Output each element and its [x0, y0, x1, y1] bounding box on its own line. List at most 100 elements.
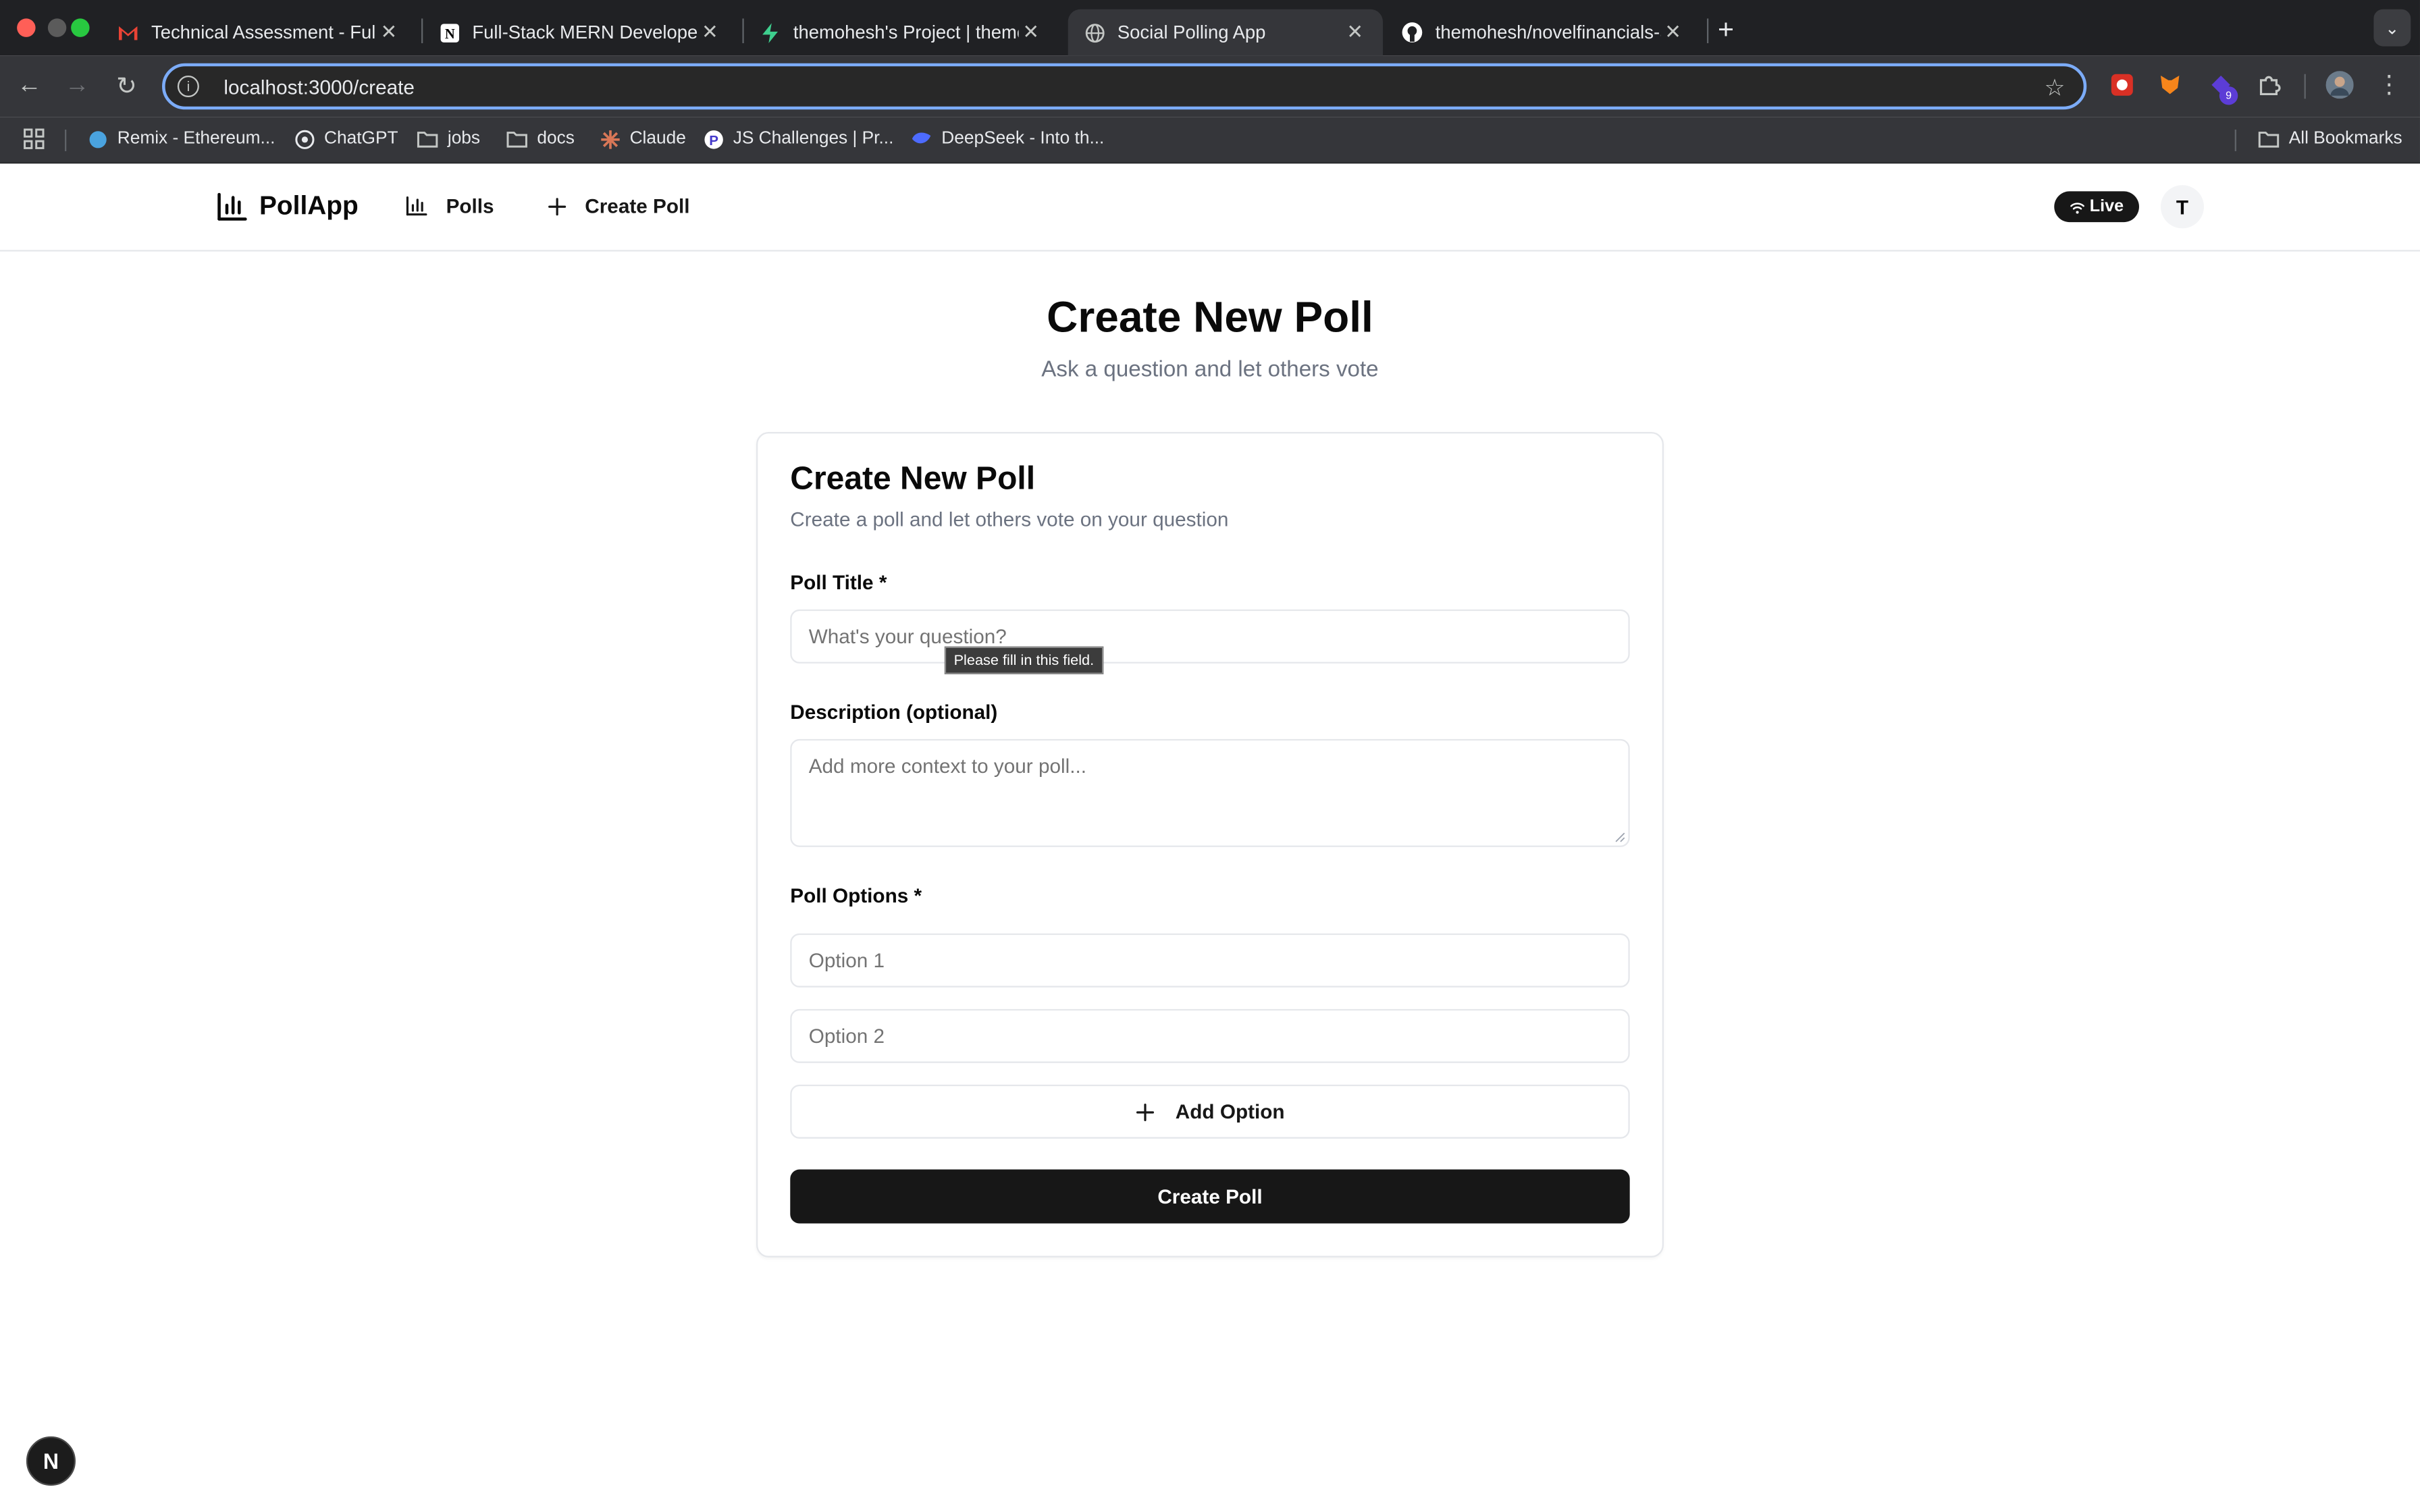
page-title: Create New Poll [1047, 293, 1373, 342]
bookmark-remix[interactable]: Remix - Ethereum... [86, 128, 275, 150]
menu-kebab-icon[interactable]: ⋮ [2375, 71, 2403, 99]
close-icon[interactable]: ✕ [1343, 20, 1368, 45]
poll-title-input[interactable]: What's your question? [790, 609, 1630, 664]
browser-tab-bar: Technical Assessment - Fullst ✕ N Full-S… [0, 0, 2420, 56]
bookmarks-bar: Remix - Ethereum... ChatGPT jobs docs Cl… [0, 117, 2420, 164]
site-info-icon[interactable]: i [177, 75, 199, 97]
back-icon[interactable]: ← [12, 70, 46, 103]
bar-chart-icon [406, 196, 427, 216]
extension-purple-icon[interactable]: 9 [2207, 71, 2238, 105]
all-bookmarks[interactable]: All Bookmarks [2258, 128, 2402, 150]
bookmark-label: JS Challenges | Pr... [733, 129, 894, 148]
description-label: Description (optional) [790, 700, 998, 724]
bookmark-chatgpt[interactable]: ChatGPT [293, 128, 398, 150]
browser-toolbar: ← → ↻ i localhost:3000/create ☆ 9 ⋮ [0, 55, 2420, 117]
metamask-icon[interactable] [2156, 71, 2184, 99]
bookmark-folder-docs[interactable]: docs [506, 128, 575, 150]
description-textarea[interactable]: Add more context to your poll... [790, 738, 1630, 847]
bookmark-label: All Bookmarks [2288, 129, 2402, 148]
wifi-icon [2070, 202, 2084, 213]
bookmark-label: ChatGPT [323, 129, 398, 148]
close-icon[interactable]: ✕ [698, 20, 722, 45]
brand-logo[interactable]: PollApp [216, 191, 359, 222]
maximize-window-button[interactable] [71, 18, 90, 37]
url-text: localhost:3000/create [223, 74, 415, 99]
openai-icon [293, 128, 315, 150]
folder-icon [417, 128, 438, 150]
apps-grid-icon[interactable] [23, 128, 45, 150]
tab-title: Full-Stack MERN Developer T [472, 21, 698, 43]
bookmark-label: Remix - Ethereum... [117, 129, 275, 148]
nav-create-poll-link[interactable]: Create Poll [548, 194, 690, 218]
browser-tab-active[interactable]: Social Polling App ✕ [1068, 9, 1383, 56]
svg-text:P: P [708, 132, 718, 148]
bookmark-deepseek[interactable]: DeepSeek - Into th... [911, 128, 1105, 150]
add-option-button[interactable]: Add Option [790, 1084, 1630, 1139]
supabase-icon [760, 22, 781, 43]
bar-chart-icon [217, 192, 247, 221]
plus-icon [548, 197, 567, 215]
tab-title: themohesh's Project | themol [793, 21, 1019, 43]
profile-avatar-icon[interactable] [2325, 71, 2354, 99]
bookmark-claude[interactable]: Claude [599, 128, 686, 150]
new-tab-icon[interactable]: + [1718, 14, 1734, 47]
claude-icon [599, 128, 621, 150]
bookmarks-divider [64, 129, 67, 151]
option-1-input[interactable]: Option 1 [790, 933, 1630, 988]
minimize-window-button[interactable] [47, 18, 67, 37]
tab-title: themohesh/novelfinancials-a [1435, 21, 1661, 43]
poll-title-label: Poll Title * [790, 570, 887, 594]
folder-icon [506, 128, 528, 150]
close-icon[interactable]: ✕ [377, 20, 402, 45]
tab-title: Technical Assessment - Fullst [151, 21, 377, 43]
bookmark-folder-jobs[interactable]: jobs [417, 128, 480, 150]
nav-polls-label: Polls [446, 194, 494, 218]
close-icon[interactable]: ✕ [1660, 20, 1685, 45]
bookmark-js-challenges[interactable]: P JS Challenges | Pr... [702, 128, 893, 150]
address-bar[interactable]: i localhost:3000/create ☆ [161, 63, 2087, 110]
svg-text:N: N [444, 26, 454, 41]
bookmark-label: jobs [447, 129, 481, 148]
toolbar-divider [2304, 74, 2306, 99]
nav-create-poll-label: Create Poll [585, 194, 690, 218]
live-label: Live [2089, 197, 2124, 216]
browser-tab[interactable]: themohesh/novelfinancials-a ✕ [1386, 9, 1701, 56]
tab-title: Social Polling App [1117, 21, 1266, 43]
reload-icon[interactable]: ↻ [109, 70, 143, 103]
nextjs-dev-indicator[interactable]: N [26, 1436, 76, 1486]
notion-icon: N [438, 22, 460, 43]
bookmark-label: DeepSeek - Into th... [941, 129, 1105, 148]
extensions-puzzle-icon[interactable] [2255, 71, 2282, 99]
bookmarks-divider [2234, 129, 2236, 151]
browser-tab[interactable]: Technical Assessment - Fullst ✕ [102, 9, 417, 56]
tab-separator [1706, 18, 1709, 43]
bookmark-label: Claude [629, 129, 686, 148]
live-status-badge: Live [2054, 191, 2139, 223]
brand-name: PollApp [259, 191, 359, 221]
browser-tab[interactable]: N Full-Stack MERN Developer T ✕ [423, 9, 737, 56]
js-challenges-icon: P [702, 128, 724, 150]
bookmark-star-icon[interactable]: ☆ [2045, 74, 2066, 102]
remix-icon [86, 128, 108, 150]
option-2-input[interactable]: Option 2 [790, 1008, 1630, 1063]
github-icon [1401, 22, 1423, 43]
bookmark-label: docs [537, 129, 575, 148]
extension-red-icon[interactable] [2108, 71, 2136, 99]
gmail-icon [117, 22, 139, 43]
create-poll-submit-button[interactable]: Create Poll [790, 1169, 1630, 1224]
close-window-button[interactable] [17, 18, 36, 37]
card-description: Create a poll and let others vote on you… [790, 507, 1229, 531]
user-avatar[interactable]: T [2160, 185, 2204, 229]
globe-icon [1084, 22, 1105, 43]
nav-polls-link[interactable]: Polls [406, 194, 494, 217]
browser-tab[interactable]: themohesh's Project | themol ✕ [744, 9, 1059, 56]
forward-icon[interactable]: → [60, 70, 94, 103]
description-placeholder: Add more context to your poll... [808, 754, 1086, 778]
tab-search-icon[interactable]: ⌄ [2373, 9, 2411, 47]
validation-tooltip: Please fill in this field. [944, 646, 1103, 674]
close-icon[interactable]: ✕ [1019, 20, 1044, 45]
create-poll-card: Create New Poll Create a poll and let ot… [756, 431, 1664, 1258]
extension-badge: 9 [2219, 86, 2238, 105]
app-header: PollApp Polls Create Poll Live T [0, 165, 2420, 252]
resize-handle-icon[interactable] [1614, 832, 1625, 842]
